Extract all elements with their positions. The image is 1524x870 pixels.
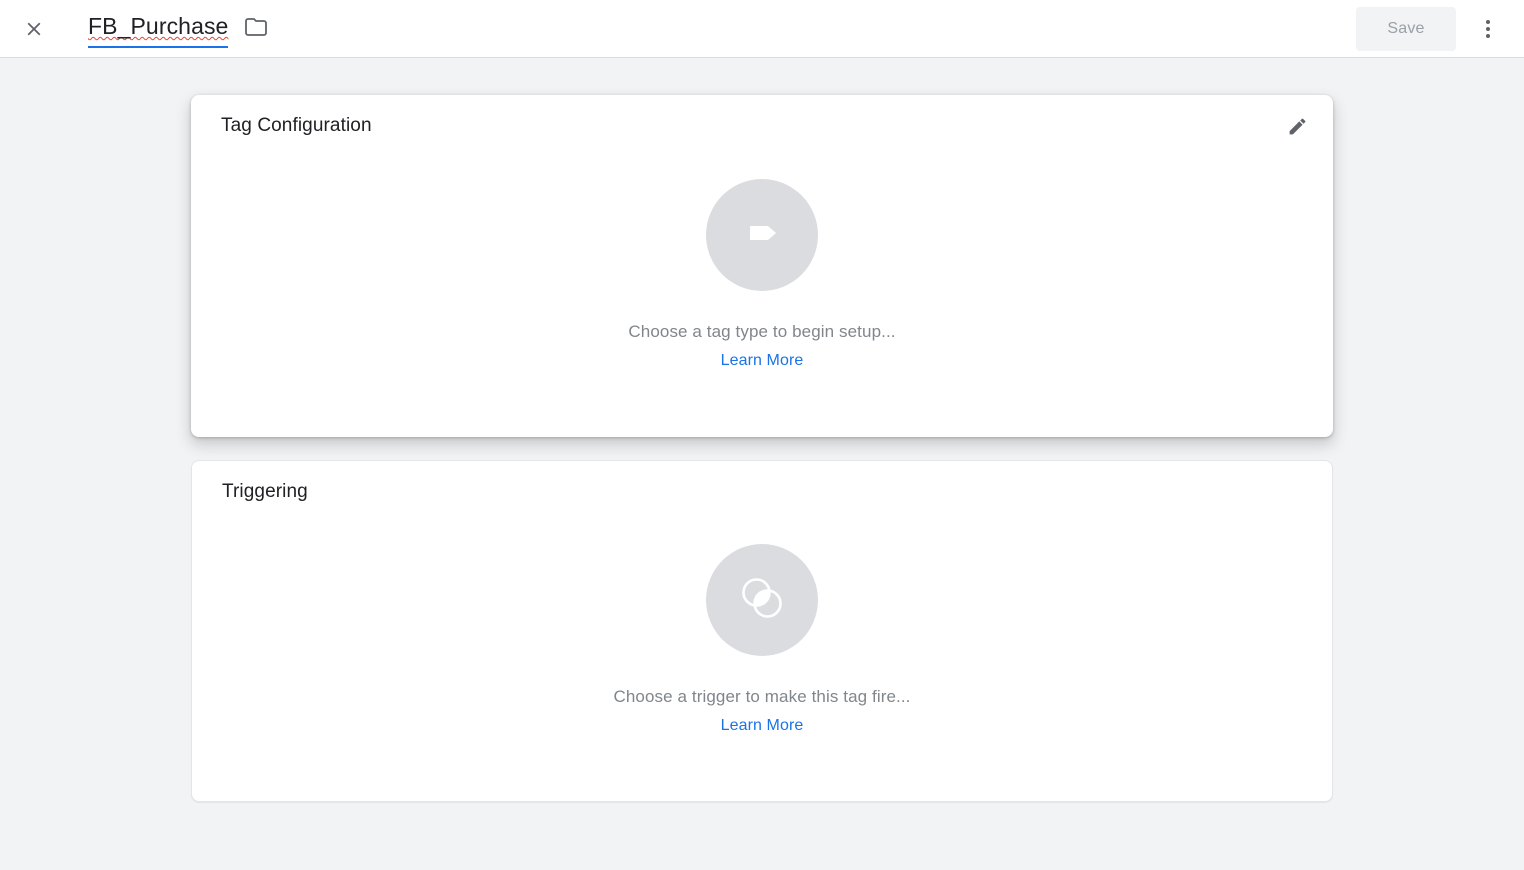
trigger-icon-circle bbox=[706, 544, 818, 656]
more-options-button[interactable] bbox=[1468, 9, 1508, 49]
more-options-icon bbox=[1486, 19, 1490, 38]
tag-name-input[interactable]: FB_Purchase bbox=[88, 12, 229, 48]
tag-configuration-placeholder[interactable]: Choose a tag type to begin setup... Lear… bbox=[191, 95, 1333, 437]
tag-placeholder-text: Choose a tag type to begin setup... bbox=[628, 322, 896, 341]
tag-icon-circle bbox=[706, 179, 818, 291]
folder-icon[interactable] bbox=[244, 15, 268, 39]
save-button[interactable]: Save bbox=[1356, 6, 1456, 51]
header-actions: Save bbox=[1356, 6, 1510, 51]
edit-icon bbox=[1287, 116, 1308, 142]
tag-configuration-title: Tag Configuration bbox=[221, 115, 372, 136]
trigger-placeholder-text: Choose a trigger to make this tag fire..… bbox=[613, 687, 911, 706]
edit-tag-configuration-button[interactable] bbox=[1277, 109, 1317, 149]
tag-name-value[interactable]: FB_Purchase bbox=[88, 12, 228, 40]
tag-configuration-card[interactable]: Tag Configuration Choose a tag type to b… bbox=[191, 95, 1333, 437]
tag-name-area: FB_Purchase bbox=[88, 0, 268, 58]
triggering-card[interactable]: Triggering Choose a trigger to make this… bbox=[191, 460, 1333, 802]
app-header: FB_Purchase Save bbox=[0, 0, 1524, 58]
main-content: Tag Configuration Choose a tag type to b… bbox=[0, 58, 1524, 870]
tag-name-focus-underline bbox=[88, 46, 229, 48]
tag-icon bbox=[738, 209, 786, 262]
tag-learn-more-link[interactable]: Learn More bbox=[721, 350, 804, 371]
trigger-icon bbox=[735, 571, 789, 630]
close-icon bbox=[23, 18, 45, 40]
triggering-title: Triggering bbox=[222, 481, 308, 502]
close-button[interactable] bbox=[14, 9, 54, 49]
trigger-learn-more-link[interactable]: Learn More bbox=[721, 715, 804, 736]
triggering-placeholder[interactable]: Choose a trigger to make this tag fire..… bbox=[192, 461, 1332, 801]
